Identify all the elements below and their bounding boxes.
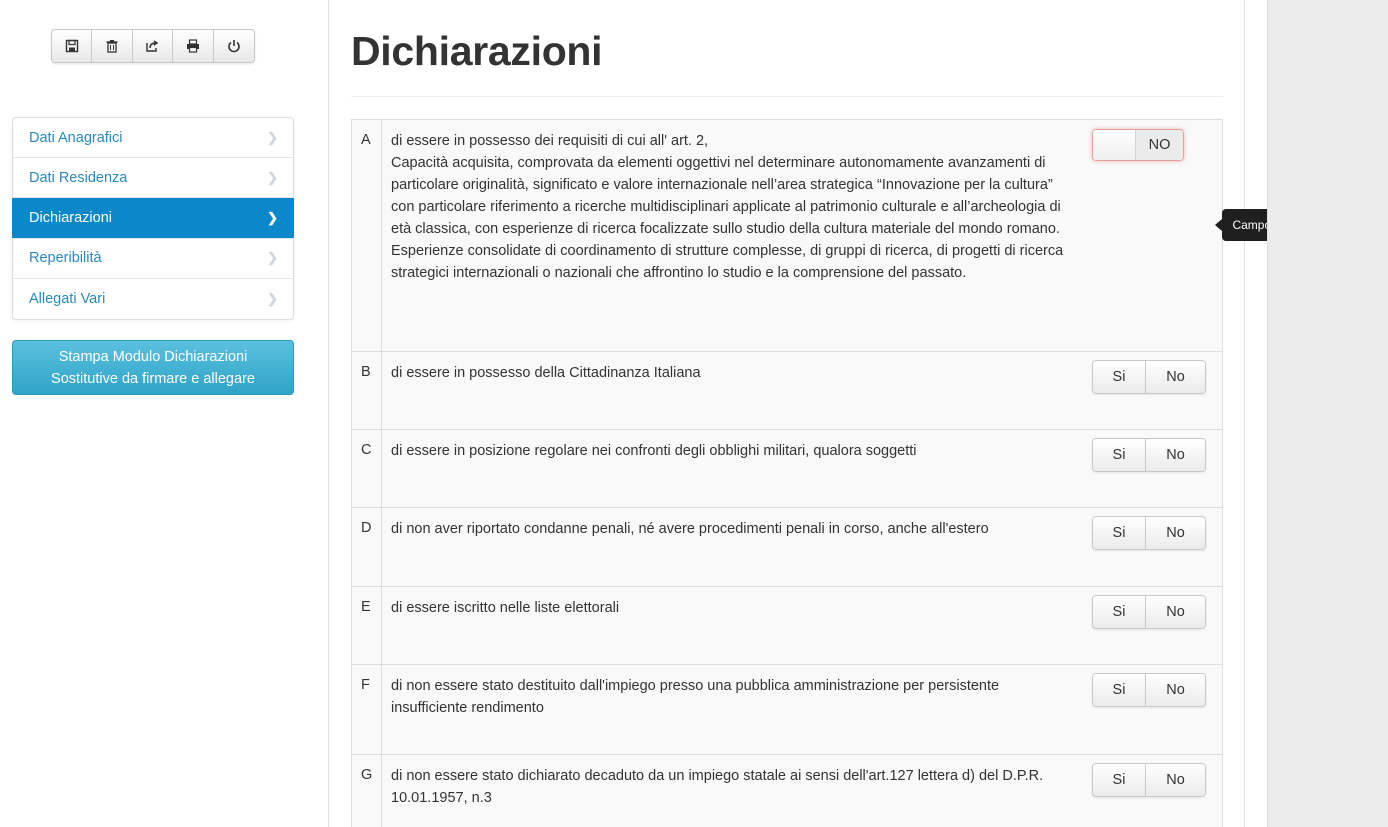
print-button-line2: Sostitutive da firmare e allegare (51, 371, 255, 387)
sidebar-item-reperibilita[interactable]: Reperibilità ❯ (13, 239, 293, 279)
row-text-line2: Capacità acquisita, comprovata da elemen… (391, 155, 1064, 281)
si-button[interactable]: Si (1093, 674, 1146, 706)
divider (351, 96, 1223, 97)
sidebar-item-label: Allegati Vari (29, 290, 106, 307)
no-button[interactable]: No (1146, 674, 1205, 706)
si-button[interactable]: Si (1093, 596, 1146, 628)
row-text-line1: di essere in possesso dei requisiti di c… (391, 133, 709, 149)
sidebar-nav: Dati Anagrafici ❯ Dati Residenza ❯ Dichi… (12, 117, 294, 320)
sidebar-item-label: Dati Residenza (29, 169, 128, 186)
chevron-right-icon: ❯ (267, 250, 278, 266)
power-icon (228, 40, 240, 53)
row-text: di non essere stato destituito dall'impi… (391, 678, 1000, 716)
yes-no-toggle[interactable]: NO (1092, 129, 1184, 161)
table-row: E di essere iscritto nelle liste elettor… (352, 587, 1222, 665)
table-row: F di non essere stato destituito dall'im… (352, 665, 1222, 755)
main-content: Dichiarazioni A di essere in possesso de… (328, 0, 1245, 827)
si-button[interactable]: Si (1093, 361, 1146, 393)
row-control: Si No (1092, 755, 1222, 827)
row-letter: E (352, 587, 382, 664)
toggle-handle[interactable] (1093, 130, 1136, 160)
background-panel (1267, 0, 1388, 827)
si-button[interactable]: Si (1093, 517, 1146, 549)
table-row: A di essere in possesso dei requisiti di… (352, 120, 1222, 352)
share-icon (146, 40, 159, 52)
sidebar-item-dati-residenza[interactable]: Dati Residenza ❯ (13, 158, 293, 199)
no-button[interactable]: No (1146, 361, 1205, 393)
chevron-right-icon: ❯ (267, 209, 278, 225)
row-letter: F (352, 665, 382, 754)
print-button[interactable] (173, 30, 214, 62)
row-control: Si No (1092, 430, 1222, 507)
sidebar-item-dichiarazioni[interactable]: Dichiarazioni ❯ (12, 198, 294, 239)
row-text: di essere in possesso dei requisiti di c… (382, 120, 1092, 351)
table-row: G di non essere stato dichiarato decadut… (352, 755, 1222, 827)
row-text: di essere in possesso della Cittadinanza… (391, 365, 701, 381)
row-control: Si No (1092, 508, 1222, 586)
si-button[interactable]: Si (1093, 439, 1146, 471)
row-control: Si No (1092, 587, 1222, 664)
tooltip-arrow (1215, 219, 1222, 231)
si-no-group: Si No (1092, 763, 1206, 797)
chevron-right-icon: ❯ (267, 169, 278, 185)
floppy-disk-icon (65, 39, 78, 53)
row-letter: A (352, 120, 382, 351)
row-control: NO (1092, 120, 1222, 351)
sidebar-item-allegati-vari[interactable]: Allegati Vari ❯ (13, 279, 293, 319)
si-no-group: Si No (1092, 438, 1206, 472)
row-letter: C (352, 430, 382, 507)
sidebar-item-dati-anagrafici[interactable]: Dati Anagrafici ❯ (13, 118, 293, 159)
logout-button[interactable] (214, 30, 254, 62)
share-button[interactable] (133, 30, 174, 62)
declarations-table: A di essere in possesso dei requisiti di… (351, 119, 1223, 827)
si-no-group: Si No (1092, 516, 1206, 550)
row-text: di essere in posizione regolare nei conf… (391, 443, 917, 459)
table-row: B di essere in possesso della Cittadinan… (352, 352, 1222, 430)
row-text: di essere iscritto nelle liste elettoral… (391, 600, 620, 616)
no-button[interactable]: No (1146, 439, 1205, 471)
sidebar: Dati Anagrafici ❯ Dati Residenza ❯ Dichi… (0, 0, 328, 827)
chevron-right-icon: ❯ (267, 129, 278, 145)
row-letter: B (352, 352, 382, 429)
page-title: Dichiarazioni (351, 28, 603, 74)
sidebar-item-label: Reperibilità (29, 250, 102, 267)
sidebar-item-label: Dati Anagrafici (29, 129, 123, 146)
delete-button[interactable] (92, 30, 133, 62)
row-control: Si No (1092, 352, 1222, 429)
si-no-group: Si No (1092, 595, 1206, 629)
no-button[interactable]: No (1146, 764, 1205, 796)
row-letter: D (352, 508, 382, 586)
printer-icon (186, 39, 199, 53)
no-button[interactable]: No (1146, 596, 1205, 628)
trash-icon (106, 40, 118, 53)
si-button[interactable]: Si (1093, 764, 1146, 796)
si-no-group: Si No (1092, 673, 1206, 707)
toggle-label: NO (1136, 130, 1183, 160)
no-button[interactable]: No (1146, 517, 1205, 549)
row-text: di non essere stato dichiarato decaduto … (391, 768, 1044, 806)
si-no-group: Si No (1092, 360, 1206, 394)
table-row: D di non aver riportato condanne penali,… (352, 508, 1222, 587)
row-control: Si No (1092, 665, 1222, 754)
sidebar-item-label: Dichiarazioni (29, 209, 113, 226)
table-row: C di essere in posizione regolare nei co… (352, 430, 1222, 508)
chevron-right-icon: ❯ (267, 290, 278, 306)
toolbar (51, 29, 255, 63)
print-declarations-button[interactable]: Stampa Modulo Dichiarazioni Sostitutive … (12, 340, 294, 395)
row-text: di non aver riportato condanne penali, n… (391, 521, 989, 537)
row-letter: G (352, 755, 382, 827)
print-button-line1: Stampa Modulo Dichiarazioni (58, 349, 248, 365)
save-button[interactable] (52, 30, 93, 62)
